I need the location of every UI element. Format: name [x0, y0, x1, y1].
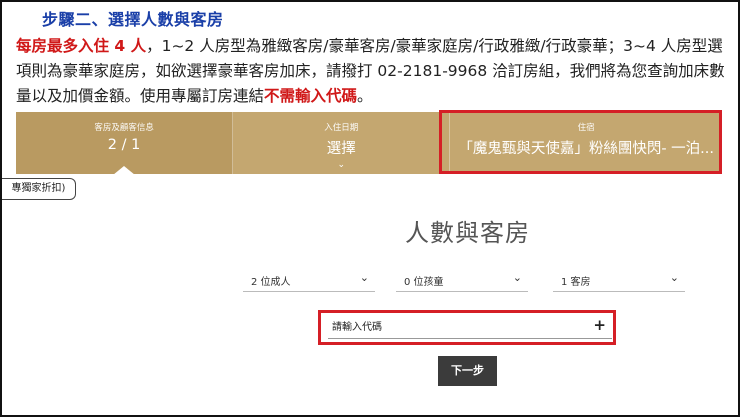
- children-select-value: 0 位孩童: [404, 277, 444, 288]
- exclusive-discount-tag[interactable]: 專獨家折扣): [2, 178, 76, 200]
- step-title: 步驟二、選擇人數與客房: [42, 10, 224, 29]
- rooms-select[interactable]: 1 客房 ⌄: [553, 268, 685, 292]
- chevron-down-icon: ⌄: [669, 271, 679, 284]
- tab-rooms-guests-value: 2 / 1: [107, 137, 141, 153]
- chevron-down-icon: ⌄: [512, 271, 522, 284]
- tab-rooms-guests-label: 客房及顧客信息: [94, 123, 154, 133]
- tab-rooms-guests[interactable]: 客房及顧客信息 2 / 1: [16, 112, 234, 175]
- stay-highlight-box: [439, 110, 722, 174]
- tab-checkin-date-label: 入住日期: [324, 123, 359, 133]
- guests-rooms-heading: 人數與客房: [405, 219, 530, 247]
- promo-highlight-box: [318, 310, 616, 345]
- chevron-down-icon: ⌄: [359, 271, 369, 284]
- max-occupancy-note: 每房最多入住 4 人: [16, 37, 147, 55]
- no-code-note: 不需輸入代碼: [264, 87, 358, 105]
- adults-select[interactable]: 2 位成人 ⌄: [243, 268, 375, 292]
- rooms-select-value: 1 客房: [561, 277, 591, 288]
- next-step-button[interactable]: 下一步: [438, 356, 497, 386]
- tab-checkin-date-value: 選擇: [326, 141, 356, 157]
- chevron-down-icon: ⌄: [337, 160, 346, 170]
- intro-end: 。: [357, 87, 373, 105]
- active-tab-pointer: [113, 166, 136, 175]
- children-select[interactable]: 0 位孩童 ⌄: [396, 268, 528, 292]
- tab-checkin-date[interactable]: 入住日期 選擇 ⌄: [233, 112, 451, 174]
- intro-paragraph: 每房最多入住 4 人，1~2 人房型為雅緻客房/豪華客房/豪華家庭房/行政雅緻/…: [16, 34, 728, 109]
- adults-select-value: 2 位成人: [251, 277, 291, 288]
